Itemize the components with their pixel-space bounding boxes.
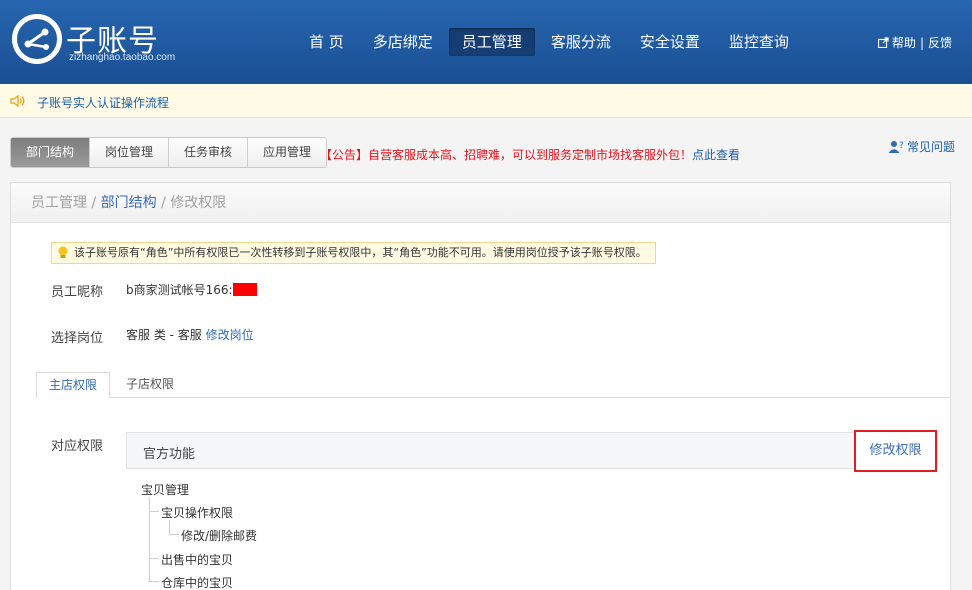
notice-link[interactable]: 子账号实人认证操作流程	[37, 94, 169, 111]
edit-permissions-button[interactable]: 修改权限	[854, 430, 937, 472]
modify-position-link[interactable]: 修改岗位	[206, 328, 254, 342]
tab-position-management[interactable]: 岗位管理	[90, 138, 170, 167]
nickname-value: b商家测试帐号166:	[126, 281, 257, 298]
breadcrumb-current: 修改权限	[170, 195, 227, 211]
tree-item-product-management: 宝贝管理	[141, 483, 190, 497]
logo[interactable]: 子账号 zizhanghao.taobao.com	[12, 14, 175, 64]
tab-task-review[interactable]: 任务审核	[169, 138, 249, 167]
nickname-label: 员工昵称	[51, 285, 104, 300]
faq-link[interactable]: ? 常见问题	[888, 138, 955, 155]
nav-home[interactable]: 首 页	[296, 28, 357, 56]
nav-customer-service-routing[interactable]: 客服分流	[538, 28, 624, 56]
user-question-icon: ?	[888, 140, 904, 153]
info-tip-text: 该子账号原有“角色”中所有权限已一次性转移到子账号权限中，其“角色”功能不可用。…	[74, 246, 647, 259]
breadcrumb-separator: /	[87, 195, 101, 211]
nickname-text: b商家测试帐号166:	[126, 283, 233, 297]
tab-sub-store-permissions[interactable]: 子店权限	[114, 372, 186, 398]
faq-label: 常见问题	[907, 140, 956, 154]
tree-item-product-operations: 宝贝操作权限	[161, 506, 234, 520]
header-links: 帮助 | 反馈	[877, 34, 952, 51]
position-label: 选择岗位	[51, 331, 104, 346]
tree-connector	[149, 558, 159, 559]
nav-monitoring[interactable]: 监控查询	[716, 28, 802, 56]
tree-connector	[169, 534, 179, 535]
position-value: 客服 类 - 客服 修改岗位	[126, 326, 254, 343]
tree-item-warehouse-products: 仓库中的宝贝	[161, 576, 234, 590]
lightbulb-icon	[58, 246, 68, 258]
tab-app-management[interactable]: 应用管理	[248, 138, 327, 167]
tree-connector	[169, 520, 170, 534]
info-tip: 该子账号原有“角色”中所有权限已一次性转移到子账号权限中，其“角色”功能不可用。…	[51, 242, 656, 264]
tree-item-on-sale-products: 出售中的宝贝	[161, 553, 234, 567]
top-header: 子账号 zizhanghao.taobao.com 首 页 多店绑定 员工管理 …	[0, 0, 972, 84]
logo-subtitle: zizhanghao.taobao.com	[69, 52, 176, 63]
help-link[interactable]: 帮助	[892, 34, 916, 51]
speaker-icon	[10, 95, 25, 107]
permission-group-header: 官方功能	[126, 432, 938, 469]
header-separator: |	[919, 35, 924, 50]
main-nav: 首 页 多店绑定 员工管理 客服分流 安全设置 监控查询	[296, 28, 805, 56]
announcement: 【公告】自营客服成本高、招聘难，可以到服务定制市场找客服外包！点此查看	[320, 146, 740, 163]
nav-multi-store[interactable]: 多店绑定	[360, 28, 446, 56]
tree-connector	[149, 511, 159, 512]
notice-bar: 子账号实人认证操作流程	[0, 84, 972, 118]
tab-department-structure[interactable]: 部门结构	[11, 138, 91, 167]
nav-security-settings[interactable]: 安全设置	[627, 28, 713, 56]
nav-staff-management[interactable]: 员工管理	[448, 28, 535, 56]
tree-item-edit-shipping: 修改/删除邮费	[181, 529, 258, 543]
external-link-icon	[877, 37, 889, 48]
share-icon	[12, 14, 62, 64]
breadcrumb-department-link[interactable]: 部门结构	[101, 195, 157, 211]
tab-main-store-permissions[interactable]: 主店权限	[36, 372, 111, 398]
feedback-link[interactable]: 反馈	[928, 34, 952, 51]
svg-text:?: ?	[899, 141, 904, 151]
breadcrumb-root: 员工管理	[31, 195, 87, 211]
main-panel: 员工管理 / 部门结构 / 修改权限 该子账号原有“角色”中所有权限已一次性转移…	[10, 182, 951, 590]
permissions-label: 对应权限	[51, 439, 104, 454]
permission-group-title: 官方功能	[143, 447, 196, 462]
announcement-text: 【公告】自营客服成本高、招聘难，可以到服务定制市场找客服外包！	[320, 148, 693, 162]
position-text: 客服 类 - 客服	[126, 328, 202, 342]
tree-connector	[149, 497, 150, 583]
announcement-link[interactable]: 点此查看	[692, 148, 740, 162]
tree-connector	[149, 581, 159, 582]
breadcrumb: 员工管理 / 部门结构 / 修改权限	[11, 183, 950, 223]
breadcrumb-separator: /	[156, 195, 171, 211]
section-tabs: 部门结构 岗位管理 任务审核 应用管理	[10, 137, 328, 168]
permission-tabs: 主店权限 子店权限	[36, 372, 951, 398]
redacted-block	[232, 283, 257, 296]
